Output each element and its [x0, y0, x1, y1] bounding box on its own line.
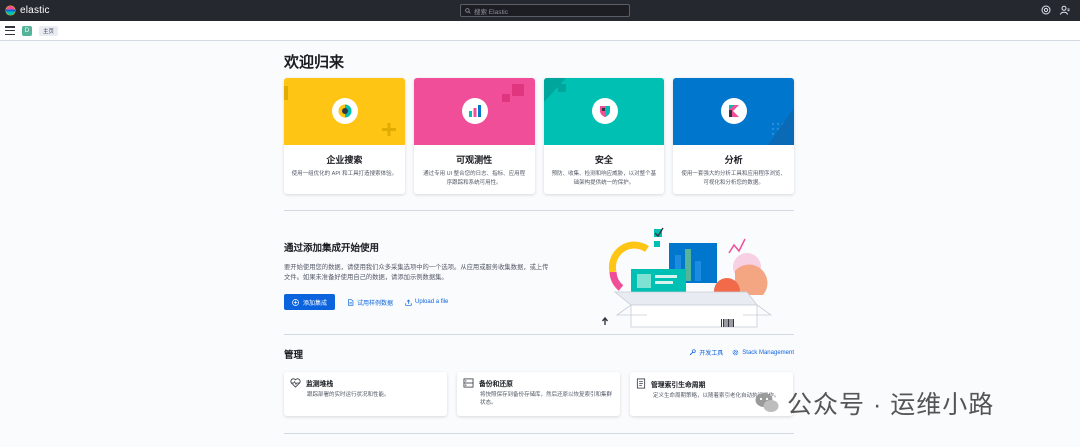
plus-circle-icon — [292, 298, 299, 306]
integrations-description: 要开始使用您的数据，请使用我们众多采集选项中的一个选项。从应用或服务收集数据，或… — [284, 264, 549, 281]
management-title: 管理 — [284, 350, 304, 361]
index-list-icon — [636, 378, 646, 389]
solution-description: 使用一组优化的 API 和工具打造搜索体验。 — [291, 171, 398, 177]
watermark-text: 公众号 · 运维小路 — [787, 391, 995, 419]
card-title: 备份和还原 — [479, 381, 513, 388]
user-menu-icon[interactable] — [1060, 5, 1070, 15]
add-integrations-button[interactable]: 添加集成 — [284, 294, 336, 310]
search-placeholder: 搜索 Elastic — [474, 8, 508, 16]
solution-description: 通过专用 UI 整合您的日志、指标、应用程序跟踪和系统可用性。 — [423, 171, 526, 186]
page-title: 欢迎归来 — [284, 54, 345, 71]
gear-icon — [732, 349, 739, 356]
solutions-grid: 企业搜索 使用一组优化的 API 和工具打造搜索体验。 可观测性 通过专用 UI… — [284, 78, 794, 194]
card-title: 管理索引生命周期 — [651, 381, 706, 389]
solution-description: 预防、收集、检测和响应威胁，以对整个基础架构提供统一的保护。 — [551, 171, 657, 186]
solution-title: 安全 — [594, 155, 613, 165]
elastic-logo[interactable]: elastic — [5, 5, 50, 16]
solution-card-security[interactable]: 安全 预防、收集、检测和响应威胁，以对整个基础架构提供统一的保护。 — [543, 78, 665, 194]
document-icon — [348, 298, 354, 306]
brand-name: elastic — [20, 5, 50, 16]
dev-tools-link[interactable]: 开发工具 — [689, 348, 723, 357]
database-icon — [463, 378, 474, 388]
upload-icon — [405, 299, 412, 306]
dev-tools-label: 开发工具 — [699, 351, 724, 357]
solution-banner — [543, 78, 665, 145]
help-icon[interactable] — [1041, 5, 1051, 15]
hamburger-menu-icon[interactable] — [5, 26, 15, 35]
card-title: 监测堆栈 — [306, 381, 334, 388]
integrations-illustration — [601, 227, 773, 328]
section-divider — [284, 334, 794, 335]
search-icon — [465, 7, 471, 14]
upload-file-label: Upload a file — [415, 299, 449, 305]
breadcrumb-bar: D 主页 — [0, 21, 1080, 41]
breadcrumb-home[interactable]: 主页 — [39, 25, 59, 36]
upload-file-link[interactable]: Upload a file — [405, 299, 448, 306]
stack-management-link[interactable]: Stack Management — [732, 348, 794, 357]
observability-icon — [461, 98, 488, 124]
solution-title: 企业搜索 — [326, 155, 363, 165]
security-icon — [591, 98, 618, 124]
wechat-watermark: 公众号 · 运维小路 — [755, 385, 994, 421]
card-description: 将快照保存到备份存储库，然后还原以恢复索引和集群状态。 — [480, 392, 613, 406]
try-sample-data-link[interactable]: 试用样例数据 — [347, 298, 393, 307]
solution-card-enterprise-search[interactable]: 企业搜索 使用一组优化的 API 和工具打造搜索体验。 — [284, 78, 405, 194]
add-integrations-label: 添加集成 — [303, 300, 328, 307]
wrench-icon — [690, 349, 696, 356]
solution-description: 使用一套强大的分析工具和应用程序浏览、可视化和分析您的数据。 — [681, 171, 786, 186]
management-card-monitor-stack[interactable]: 监测堆栈 跟踪部署的实时运行状况和性能。 — [284, 372, 447, 416]
solution-card-analytics[interactable]: 分析 使用一套强大的分析工具和应用程序浏览、可视化和分析您的数据。 — [673, 78, 794, 194]
section-divider — [284, 210, 794, 211]
heartbeat-icon — [290, 378, 301, 388]
top-header: elastic 搜索 Elastic — [0, 0, 1080, 21]
solution-banner — [413, 78, 535, 145]
management-card-backup-restore[interactable]: 备份和还原 将快照保存到备份存储库，然后还原以恢复索引和集群状态。 — [457, 372, 620, 416]
solution-banner — [673, 78, 794, 145]
enterprise-search-icon — [332, 98, 358, 124]
integrations-title: 通过添加集成开始使用 — [284, 243, 380, 254]
try-sample-data-label: 试用样例数据 — [357, 300, 394, 307]
solution-title: 可观测性 — [456, 155, 493, 165]
solution-title: 分析 — [724, 155, 743, 165]
solution-card-observability[interactable]: 可观测性 通过专用 UI 整合您的日志、指标、应用程序跟踪和系统可用性。 — [413, 78, 535, 194]
wechat-icon — [755, 393, 779, 412]
global-search-input[interactable]: 搜索 Elastic — [460, 4, 630, 17]
stack-management-label: Stack Management — [742, 349, 794, 356]
solution-banner — [284, 78, 405, 145]
section-divider — [284, 433, 794, 434]
elastic-logo-icon — [5, 5, 16, 16]
card-description: 跟踪部署的实时运行状况和性能。 — [307, 392, 390, 398]
space-avatar[interactable]: D — [22, 25, 32, 36]
